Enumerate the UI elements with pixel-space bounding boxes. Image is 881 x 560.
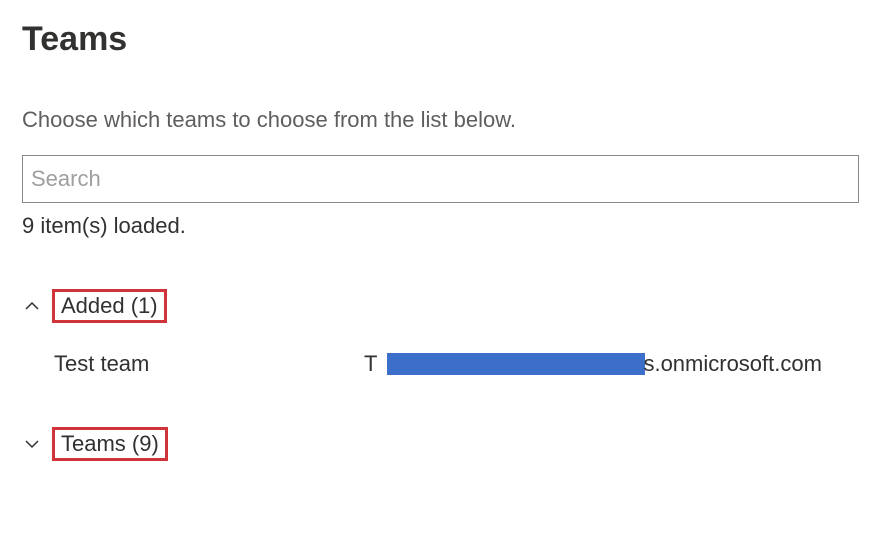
subtitle: Choose which teams to choose from the li…: [22, 107, 859, 133]
item-email: T s.onmicrosoft.com: [364, 351, 822, 377]
list-item[interactable]: Test team T s.onmicrosoft.com: [22, 351, 859, 377]
email-suffix: s.onmicrosoft.com: [643, 351, 822, 377]
group-header-teams[interactable]: Teams (9): [22, 427, 859, 461]
group-label-added: Added (1): [52, 289, 167, 323]
group-label-teams: Teams (9): [52, 427, 168, 461]
status-loaded: 9 item(s) loaded.: [22, 213, 859, 239]
search-input[interactable]: [22, 155, 859, 203]
chevron-up-icon: [22, 296, 42, 316]
chevron-down-icon: [22, 434, 42, 454]
item-name: Test team: [54, 351, 364, 377]
email-prefix: T: [364, 351, 377, 377]
group-header-added[interactable]: Added (1): [22, 289, 859, 323]
page-title: Teams: [22, 20, 859, 59]
redaction-bar: [387, 353, 645, 375]
